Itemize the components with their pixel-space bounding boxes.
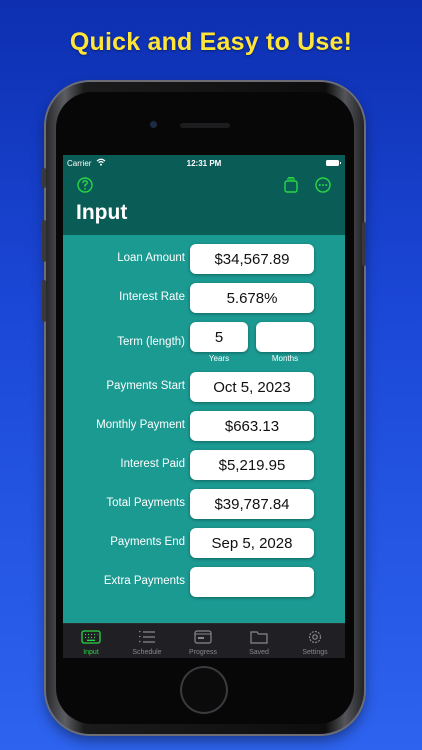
page-title: Input [76,201,128,224]
payments-end-field[interactable]: Sep 5, 2028 [190,528,314,558]
tab-settings[interactable]: Settings [287,624,343,658]
tab-input[interactable]: Input [63,624,119,658]
loan-amount-row: Loan Amount $34,567.89 [63,244,345,274]
total-payments-label: Total Payments [106,497,185,509]
term-years-caption: Years [208,354,230,363]
mute-switch [42,168,46,188]
payments-start-row: Payments Start Oct 5, 2023 [63,372,345,402]
headline: Quick and Easy to Use! [69,28,353,56]
interest-paid-row: Interest Paid $5,219.95 [63,450,345,480]
interest-paid-label: Interest Paid [120,458,185,470]
more-circle-icon[interactable] [314,176,332,194]
loan-amount-field[interactable]: $34,567.89 [190,244,314,274]
interest-rate-label: Interest Rate [119,291,185,303]
help-circle-icon[interactable] [76,176,94,194]
payments-start-label: Payments Start [106,380,185,392]
interest-rate-row: Interest Rate 5.678% [63,283,345,313]
volume-up-button [42,220,46,262]
interest-paid-field[interactable]: $5,219.95 [190,450,314,480]
copy-icon[interactable] [282,176,300,194]
term-row: Term (length) 5 Years Months [63,322,345,364]
extra-payments-label: Extra Payments [103,575,185,587]
tab-settings-label: Settings [302,649,328,656]
home-button[interactable] [180,666,228,714]
power-button [362,222,366,266]
term-label: Term (length) [117,336,185,348]
monthly-payment-row: Monthly Payment $663.13 [63,411,345,441]
tab-progress-label: Progress [188,649,217,656]
battery-icon [326,160,341,166]
earpiece-speaker [180,123,230,128]
app-screen: Carrier 12:31 PM Input Loan Amount $34,5… [63,155,345,658]
monthly-payment-label: Monthly Payment [96,419,185,431]
term-months-caption: Months [271,354,299,363]
total-payments-field[interactable]: $39,787.84 [190,489,314,519]
interest-rate-field[interactable]: 5.678% [190,283,314,313]
term-years-field[interactable]: 5 [190,322,248,352]
payments-end-label: Payments End [110,536,185,548]
monthly-payment-field[interactable]: $663.13 [190,411,314,441]
list-icon [139,630,155,643]
status-bar: Carrier 12:31 PM [63,155,345,173]
navigation-bar: Input [63,173,345,235]
front-camera [150,121,157,128]
tab-saved-label: Saved [249,649,269,656]
gear-icon [308,630,322,644]
status-time: 12:31 PM [186,159,222,168]
keyboard-icon [81,630,101,644]
total-payments-row: Total Payments $39,787.84 [63,489,345,519]
payments-start-field[interactable]: Oct 5, 2023 [190,372,314,402]
tab-saved[interactable]: Saved [231,624,287,658]
tab-schedule[interactable]: Schedule [119,624,175,658]
extra-payments-field[interactable] [190,567,314,597]
payments-end-row: Payments End Sep 5, 2028 [63,528,345,558]
tab-bar: Input Schedule Progress Saved Settings [63,623,345,658]
extra-payments-row: Extra Payments [63,567,345,597]
tab-schedule-label: Schedule [132,649,162,656]
folder-icon [250,631,268,644]
input-form: Loan Amount $34,567.89 Interest Rate 5.6… [63,235,345,623]
term-months-field[interactable] [256,322,314,352]
loan-amount-label: Loan Amount [117,252,185,264]
progress-icon [194,630,212,644]
volume-down-button [42,280,46,322]
tab-input-label: Input [83,649,99,656]
tab-progress[interactable]: Progress [175,624,231,658]
